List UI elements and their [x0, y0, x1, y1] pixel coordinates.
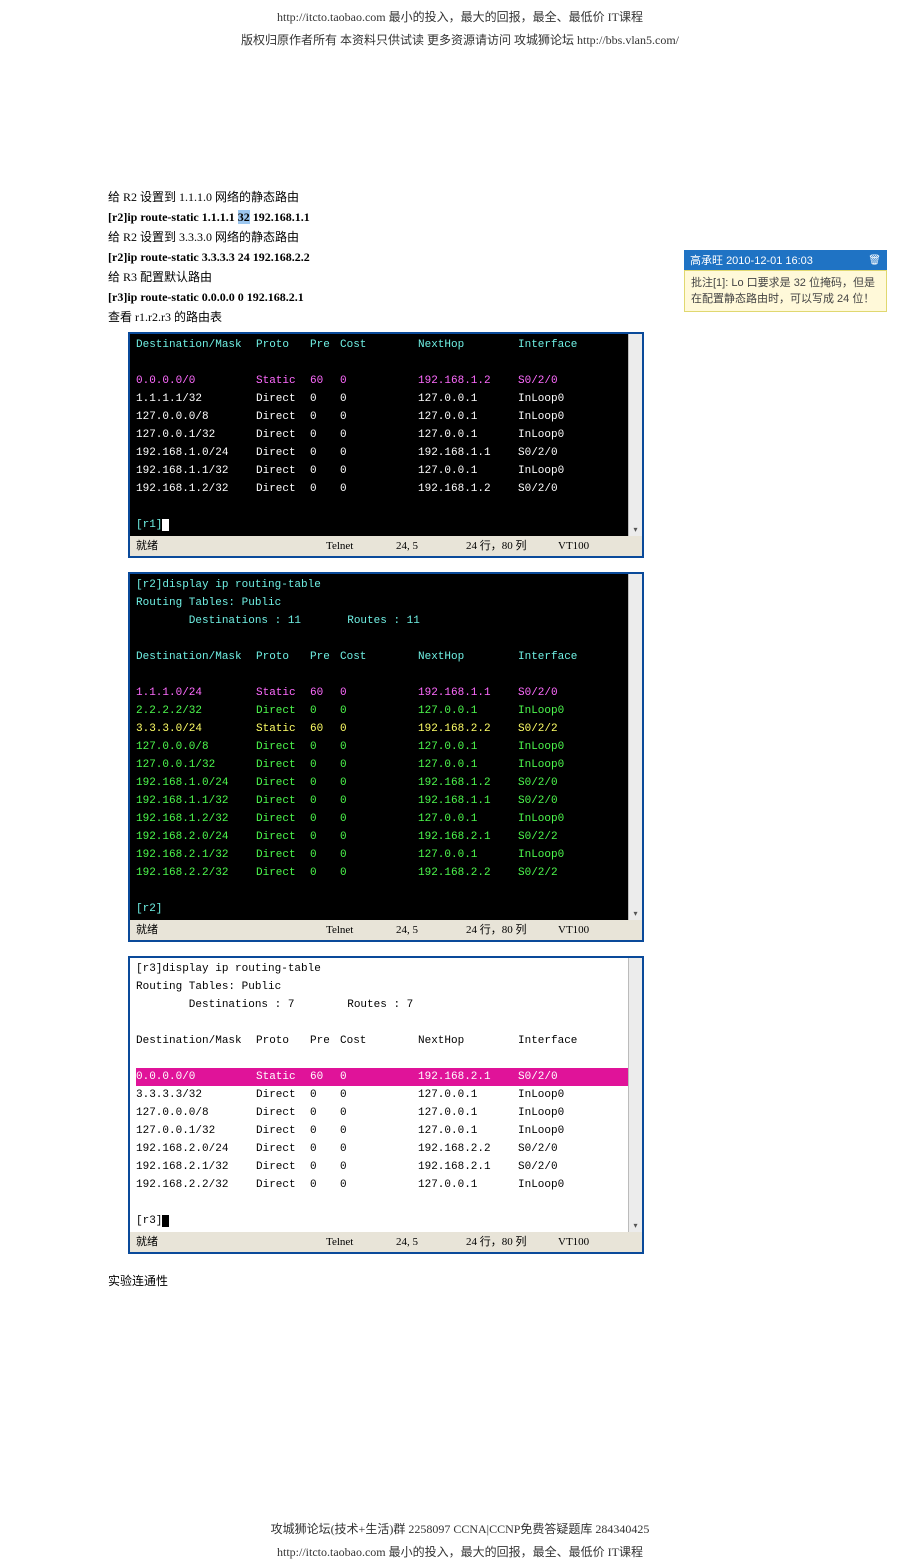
command-line: [r2]ip route-static 3.3.3.3 24 192.168.2…	[108, 248, 668, 266]
table-row: 3.3.3.0/24Static600192.168.2.2S0/2/2	[136, 720, 636, 738]
status-ready: 就绪	[136, 1233, 326, 1251]
footer-line1: 攻城狮论坛(技术+生活)群 2258097 CCNA|CCNP免费答疑题库 28…	[0, 1520, 920, 1537]
status-ready: 就绪	[136, 921, 326, 939]
table-row: 192.168.2.2/32Direct00127.0.0.1InLoop0	[136, 1176, 636, 1194]
document-content: 给 R2 设置到 1.1.1.0 网络的静态路由 [r2]ip route-st…	[108, 188, 668, 1290]
scrollbar[interactable]	[628, 334, 642, 536]
table-row: 192.168.1.0/24Direct00192.168.1.1S0/2/0	[136, 444, 636, 462]
status-term: VT100	[558, 921, 608, 939]
scroll-down-icon[interactable]: ▾	[628, 1219, 642, 1232]
table-row: 192.168.1.1/32Direct00192.168.1.1S0/2/0	[136, 792, 636, 810]
highlighted-text: 32	[238, 210, 250, 224]
terminal-r1: Destination/MaskProtoPreCostNextHopInter…	[128, 332, 644, 558]
scroll-down-icon[interactable]: ▾	[628, 907, 642, 920]
table-row: 192.168.2.1/32Direct00127.0.0.1InLoop0	[136, 846, 636, 864]
status-term: VT100	[558, 537, 608, 555]
text-line: 实验连通性	[108, 1272, 668, 1290]
table-row: 192.168.2.0/24Direct00192.168.2.2S0/2/0	[136, 1140, 636, 1158]
status-rc2: 24 行，80 列	[466, 537, 558, 555]
table-row: 2.2.2.2/32Direct00127.0.0.1InLoop0	[136, 702, 636, 720]
comment-annotation: 高承旺 2010-12-01 16:03 🗑 批注[1]: Lo 口要求是 32…	[684, 250, 887, 312]
status-ready: 就绪	[136, 537, 326, 555]
scrollbar[interactable]	[628, 958, 642, 1232]
status-proto: Telnet	[326, 1233, 396, 1251]
scrollbar[interactable]	[628, 574, 642, 920]
table-row: 127.0.0.1/32Direct00127.0.0.1InLoop0	[136, 1122, 636, 1140]
table-row: 1.1.1.1/32Direct00127.0.0.1InLoop0	[136, 390, 636, 408]
status-rc: 24, 5	[396, 537, 466, 555]
status-rc2: 24 行，80 列	[466, 921, 558, 939]
header-line2: 版权归原作者所有 本资料只供试读 更多资源请访问 攻城狮论坛 http://bb…	[0, 31, 920, 48]
table-row: 3.3.3.3/32Direct00127.0.0.1InLoop0	[136, 1086, 636, 1104]
status-rc: 24, 5	[396, 921, 466, 939]
scroll-down-icon[interactable]: ▾	[628, 523, 642, 536]
table-row: 127.0.0.1/32Direct00127.0.0.1InLoop0	[136, 756, 636, 774]
command-line: [r3]ip route-static 0.0.0.0 0 192.168.2.…	[108, 288, 668, 306]
table-row: 0.0.0.0/0Static600192.168.2.1S0/2/0	[136, 1068, 636, 1086]
status-rc: 24, 5	[396, 1233, 466, 1251]
status-proto: Telnet	[326, 537, 396, 555]
status-bar: 就绪 Telnet 24, 5 24 行，80 列 VT100	[130, 1232, 642, 1252]
table-row: 192.168.1.2/32Direct00127.0.0.1InLoop0	[136, 810, 636, 828]
table-header: Destination/MaskProtoPreCostNextHopInter…	[136, 1032, 636, 1050]
status-bar: 就绪 Telnet 24, 5 24 行，80 列 VT100	[130, 920, 642, 940]
table-row: 192.168.1.2/32Direct00192.168.1.2S0/2/0	[136, 480, 636, 498]
terminal-r3: [r3]display ip routing-tableRouting Tabl…	[128, 956, 644, 1254]
header-line1: http://itcto.taobao.com 最小的投入，最大的回报，最全、最…	[0, 8, 920, 25]
table-row: 127.0.0.0/8Direct00127.0.0.1InLoop0	[136, 408, 636, 426]
text-line: 查看 r1.r2.r3 的路由表	[108, 308, 668, 326]
command-line: [r2]ip route-static 1.1.1.1 32 192.168.1…	[108, 208, 668, 226]
table-row: 192.168.2.1/32Direct00192.168.2.1S0/2/0	[136, 1158, 636, 1176]
status-term: VT100	[558, 1233, 608, 1251]
table-row: 192.168.2.0/24Direct00192.168.2.1S0/2/2	[136, 828, 636, 846]
table-row: 192.168.1.0/24Direct00192.168.1.2S0/2/0	[136, 774, 636, 792]
status-proto: Telnet	[326, 921, 396, 939]
comment-time: 2010-12-01 16:03	[726, 255, 813, 267]
comment-author: 高承旺	[690, 255, 723, 267]
text-line: 给 R2 设置到 3.3.3.0 网络的静态路由	[108, 228, 668, 246]
table-header: Destination/MaskProtoPreCostNextHopInter…	[136, 336, 636, 354]
footer: 攻城狮论坛(技术+生活)群 2258097 CCNA|CCNP免费答疑题库 28…	[0, 1520, 920, 1560]
table-row: 0.0.0.0/0Static600192.168.1.2S0/2/0	[136, 372, 636, 390]
table-row: 127.0.0.0/8Direct00127.0.0.1InLoop0	[136, 738, 636, 756]
table-row: 127.0.0.1/32Direct00127.0.0.1InLoop0	[136, 426, 636, 444]
table-row: 192.168.1.1/32Direct00127.0.0.1InLoop0	[136, 462, 636, 480]
table-header: Destination/MaskProtoPreCostNextHopInter…	[136, 648, 636, 666]
text-line: 给 R2 设置到 1.1.1.0 网络的静态路由	[108, 188, 668, 206]
footer-line2: http://itcto.taobao.com 最小的投入，最大的回报，最全、最…	[0, 1543, 920, 1560]
status-bar: 就绪 Telnet 24, 5 24 行，80 列 VT100	[130, 536, 642, 556]
table-row: 1.1.1.0/24Static600192.168.1.1S0/2/0	[136, 684, 636, 702]
delete-icon[interactable]: 🗑	[868, 255, 881, 266]
status-rc2: 24 行，80 列	[466, 1233, 558, 1251]
table-row: 192.168.2.2/32Direct00192.168.2.2S0/2/2	[136, 864, 636, 882]
text-line: 给 R3 配置默认路由	[108, 268, 668, 286]
comment-body: 批注[1]: Lo 口要求是 32 位掩码，但是在配置静态路由时，可以写成 24…	[684, 270, 887, 312]
terminal-r2: [r2]display ip routing-tableRouting Tabl…	[128, 572, 644, 942]
table-row: 127.0.0.0/8Direct00127.0.0.1InLoop0	[136, 1104, 636, 1122]
comment-header: 高承旺 2010-12-01 16:03 🗑	[684, 250, 887, 270]
